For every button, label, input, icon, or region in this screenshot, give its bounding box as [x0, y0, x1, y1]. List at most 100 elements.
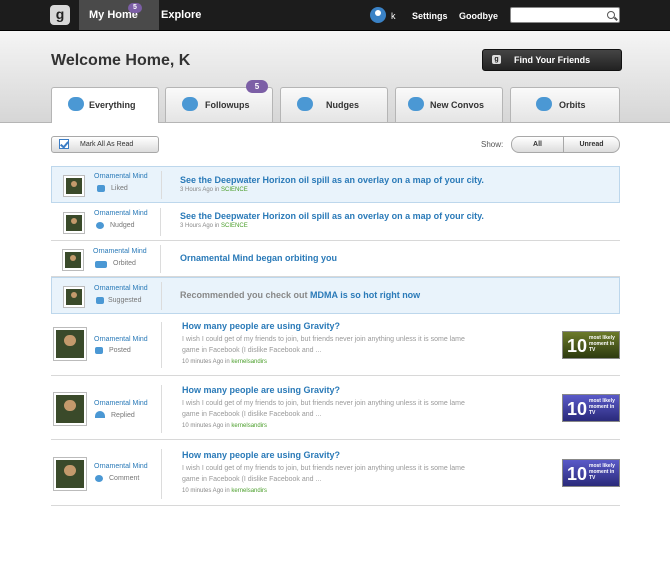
actor-name[interactable]: Ornamental Mind: [94, 285, 148, 292]
actor-name[interactable]: Ornamental Mind: [94, 463, 148, 470]
search-icon[interactable]: [607, 11, 615, 19]
actor-name[interactable]: Ornamental Mind: [94, 400, 148, 407]
item-topic[interactable]: kernelsandirs: [231, 423, 267, 429]
speech-bubble-icon: [95, 347, 103, 354]
item-headline[interactable]: See the Deepwater Horizon oil spill as a…: [180, 175, 484, 185]
item-thumbnail[interactable]: 10 most likely moment in TV: [562, 459, 620, 487]
item-headline[interactable]: How many people are using Gravity?: [182, 385, 340, 395]
actor-name[interactable]: Ornamental Mind: [94, 336, 148, 343]
nav-explore[interactable]: Explore: [161, 9, 201, 21]
item-thumbnail[interactable]: 10 most likely moment in TV: [562, 331, 620, 359]
avatar[interactable]: [64, 287, 84, 307]
item-topic[interactable]: kernelsandirs: [231, 488, 267, 494]
followups-count-badge: 5: [246, 80, 268, 93]
item-time: 10 minutes Ago in: [182, 359, 232, 365]
item-excerpt: I wish I could get of my friends to join…: [182, 336, 465, 354]
orbits-icon: [536, 97, 552, 111]
item-excerpt: I wish I could get of my friends to join…: [182, 465, 465, 483]
divider: [160, 245, 161, 273]
feed-item[interactable]: Ornamental Mind Liked See the Deepwater …: [51, 166, 620, 203]
tab-label: Orbits: [559, 100, 586, 110]
actor-name[interactable]: Ornamental Mind: [94, 210, 148, 217]
mark-all-read-button[interactable]: Mark All As Read: [51, 136, 159, 153]
feed-item[interactable]: Ornamental Mind Nudged See the Deepwater…: [51, 204, 620, 241]
action-label: Comment: [109, 475, 140, 482]
item-headline[interactable]: See the Deepwater Horizon oil spill as a…: [180, 211, 484, 221]
orbit-icon: [95, 261, 107, 268]
thumbnail-number: 10: [567, 399, 588, 419]
feed-item[interactable]: Ornamental Mind Orbited Ornamental Mind …: [51, 241, 620, 277]
avatar[interactable]: [64, 213, 84, 233]
nudge-at-icon: [96, 222, 104, 229]
tab-nudges[interactable]: Nudges: [280, 87, 388, 122]
avatar[interactable]: [54, 393, 86, 425]
divider: [161, 449, 162, 499]
nudges-icon: [297, 97, 313, 111]
action-label: Liked: [111, 185, 128, 192]
mark-all-read-label: Mark All As Read: [80, 141, 134, 148]
followups-icon: [182, 97, 198, 111]
show-filter-label: Show:: [481, 140, 504, 149]
top-nav-bar: g My Home 5 Explore k Settings Goodbye: [0, 0, 670, 31]
avatar[interactable]: [64, 176, 84, 196]
item-time: 3 Hours Ago in: [180, 187, 222, 193]
item-time: 10 minutes Ago in: [182, 488, 232, 494]
item-time: 10 minutes Ago in: [182, 423, 232, 429]
item-thumbnail[interactable]: 10 most likely moment in TV: [562, 394, 620, 422]
nav-my-home[interactable]: My Home 5: [79, 0, 159, 30]
user-name[interactable]: k: [391, 11, 396, 21]
avatar[interactable]: [63, 250, 83, 270]
item-time: 3 Hours Ago in: [180, 223, 222, 229]
tab-orbits[interactable]: Orbits: [510, 87, 620, 122]
item-excerpt: I wish I could get of my friends to join…: [182, 400, 465, 418]
headline-link[interactable]: MDMA is so hot right now: [310, 290, 420, 300]
page-title: Welcome Home, K: [51, 52, 191, 69]
avatar[interactable]: [54, 458, 86, 490]
find-friends-button[interactable]: g Find Your Friends: [482, 49, 622, 71]
feed-item[interactable]: Ornamental Mind Posted How many people a…: [51, 314, 620, 376]
item-topic[interactable]: SCIENCE: [221, 223, 248, 229]
user-avatar-icon[interactable]: [370, 7, 386, 23]
item-meta: 10 minutes Ago in kernelsandirs: [182, 488, 267, 494]
divider: [161, 171, 162, 199]
comment-icon: [95, 475, 103, 482]
actor-name[interactable]: Ornamental Mind: [94, 173, 148, 180]
action-label: Posted: [109, 347, 131, 354]
tab-new-convos[interactable]: New Convos: [395, 87, 503, 122]
filter-unread-button[interactable]: Unread: [563, 136, 620, 153]
item-meta: 3 Hours Ago in SCIENCE: [180, 223, 248, 229]
new-convos-icon: [408, 97, 424, 111]
nav-settings[interactable]: Settings: [412, 11, 448, 21]
item-topic[interactable]: SCIENCE: [221, 187, 248, 193]
gift-icon: [96, 297, 104, 304]
item-meta: 3 Hours Ago in SCIENCE: [180, 187, 248, 193]
reply-arc-icon: [95, 411, 105, 418]
item-headline[interactable]: How many people are using Gravity?: [182, 321, 340, 331]
tab-label: Everything: [89, 100, 136, 110]
feed-item[interactable]: Ornamental Mind Replied How many people …: [51, 377, 620, 440]
headline-prefix: Recommended you check out: [180, 290, 311, 300]
item-meta: 10 minutes Ago in kernelsandirs: [182, 359, 267, 365]
search-input[interactable]: [510, 7, 620, 23]
item-headline[interactable]: Ornamental Mind began orbiting you: [180, 253, 337, 263]
item-headline[interactable]: How many people are using Gravity?: [182, 450, 340, 460]
nav-goodbye[interactable]: Goodbye: [459, 11, 498, 21]
item-topic[interactable]: kernelsandirs: [231, 359, 267, 365]
tab-everything[interactable]: Everything: [51, 87, 159, 123]
heart-icon: [97, 185, 105, 192]
feed-item[interactable]: Ornamental Mind Suggested Recommended yo…: [51, 277, 620, 314]
avatar[interactable]: [54, 328, 86, 360]
gravity-logo-icon[interactable]: g: [50, 5, 70, 25]
thumbnail-number: 10: [567, 336, 588, 356]
item-headline: Recommended you check out MDMA is so hot…: [180, 290, 420, 300]
filter-all-button[interactable]: All: [511, 136, 564, 153]
thumbnail-caption: most likely moment in TV: [589, 463, 615, 481]
feed-item[interactable]: Ornamental Mind Comment How many people …: [51, 441, 620, 506]
find-friends-label: Find Your Friends: [514, 55, 591, 65]
actor-name[interactable]: Ornamental Mind: [93, 248, 147, 255]
divider: [161, 322, 162, 368]
tab-label: New Convos: [430, 100, 485, 110]
tab-label: Nudges: [326, 100, 360, 110]
thumbnail-caption: most likely moment in TV: [589, 398, 615, 416]
divider: [160, 208, 161, 236]
